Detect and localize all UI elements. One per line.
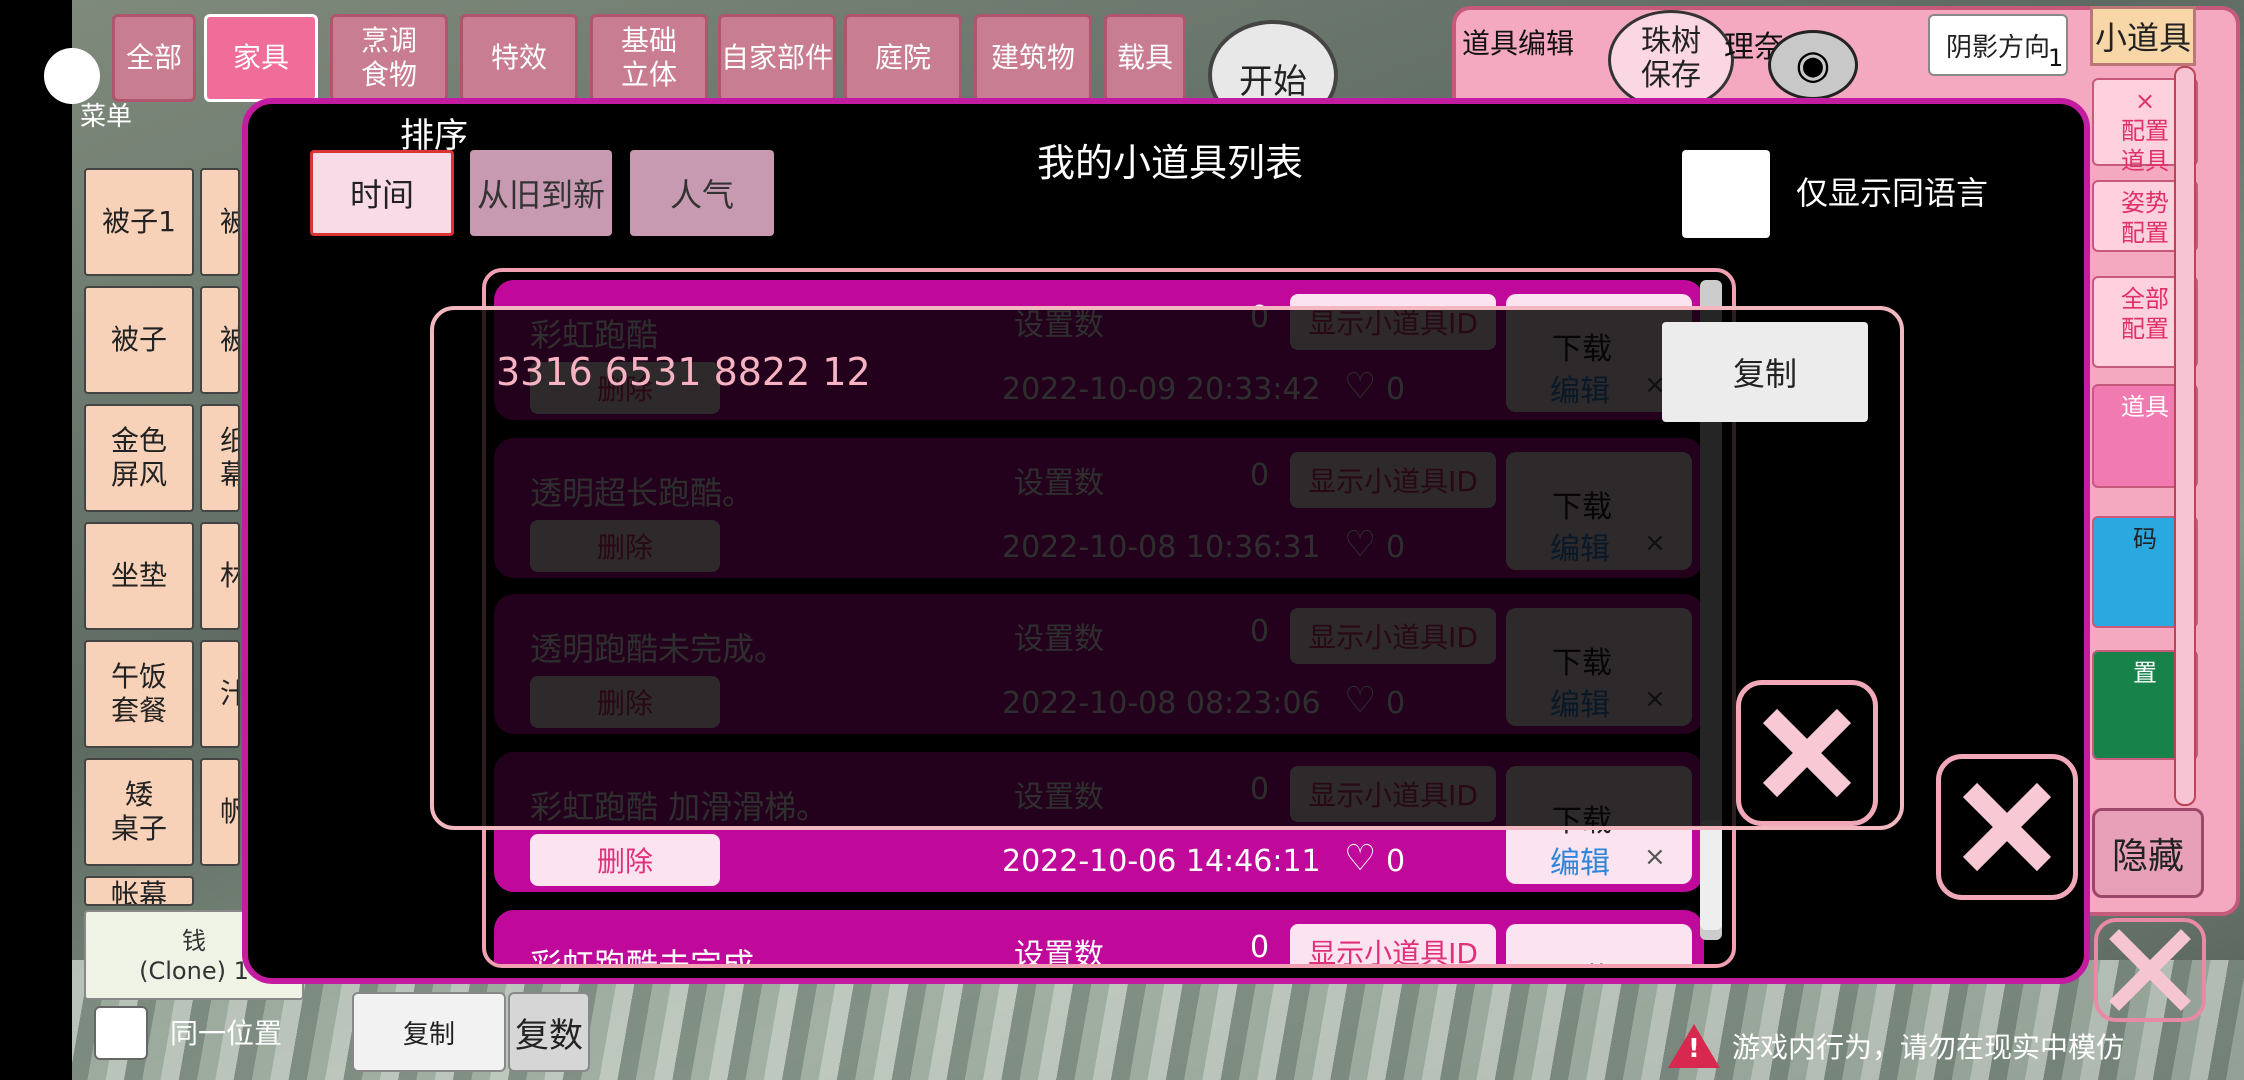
same-position-checkbox[interactable]: [94, 1006, 148, 1060]
category-tab-5[interactable]: 自家部件: [718, 14, 836, 102]
item-tile-2[interactable]: 金色 屏风: [84, 404, 194, 512]
set-count-value: 0: [1250, 930, 1270, 965]
item-tile-col2-4[interactable]: 汁: [200, 640, 240, 748]
prop-id-text: 3316 6531 8822 12: [496, 350, 871, 394]
delete-button[interactable]: 删除: [530, 834, 720, 886]
prop-edit-title: 道具编辑: [1462, 27, 1575, 60]
menu-label[interactable]: 菜单: [80, 96, 132, 133]
sort-by-popularity-button[interactable]: 人气: [630, 150, 774, 236]
download-button[interactable]: 下载: [1552, 954, 1612, 964]
dialog-close-button[interactable]: [1936, 754, 2078, 900]
like-count: 0: [1386, 844, 1406, 879]
edit-button[interactable]: 编辑: [1550, 838, 1610, 882]
item-tile-col2-3[interactable]: 林: [200, 522, 240, 630]
upload-date: 2022-10-06 14:46:11: [1002, 844, 1321, 879]
close-icon: [2109, 929, 2191, 1011]
remove-icon[interactable]: ×: [1644, 842, 1666, 872]
category-tab-4[interactable]: 基础 立体: [590, 14, 708, 102]
category-tab-3[interactable]: 特效: [460, 14, 578, 102]
item-tile-0[interactable]: 被子1: [84, 168, 194, 276]
prop-name: 彩虹跑酷未完成: [530, 946, 755, 968]
list-scrollbar-thumb[interactable]: [1700, 820, 1722, 930]
close-icon: [1762, 708, 1852, 798]
item-tile-1[interactable]: 被子: [84, 286, 194, 394]
close-icon: [1962, 782, 2052, 872]
copy-button-small[interactable]: 复制: [352, 992, 506, 1072]
same-language-checkbox[interactable]: [1682, 150, 1770, 238]
category-tab-1[interactable]: 家具: [204, 14, 318, 102]
category-tab-8[interactable]: 载具: [1104, 14, 1186, 102]
warning-text: 游戏内行为，请勿在现实中模仿: [1732, 1031, 2125, 1064]
corner-close-button[interactable]: [2094, 918, 2206, 1022]
camera-icon[interactable]: ◉: [1768, 30, 1858, 100]
item-tile-col2-0[interactable]: 被: [200, 168, 240, 276]
shadow-direction-value: 1: [2048, 44, 2064, 72]
shadow-direction-button[interactable]: 阴影方向: [1928, 14, 2068, 76]
category-tab-2[interactable]: 烹调 食物: [330, 14, 448, 102]
hide-button[interactable]: 隐藏: [2092, 808, 2204, 898]
warning-icon: !: [1668, 1024, 1720, 1068]
prop-row: 彩虹跑酷未完成设置数0显示小道具ID删除下载: [494, 910, 1704, 968]
category-tab-0[interactable]: 全部: [112, 14, 196, 102]
warning-banner: ! 游戏内行为，请勿在现实中模仿: [1668, 1024, 2124, 1068]
zhucun-save-button[interactable]: 珠树 保存: [1608, 10, 1734, 110]
item-tile-col2-2[interactable]: 纸 幕: [200, 404, 240, 512]
duplicate-button[interactable]: 复数: [508, 992, 590, 1072]
heart-icon[interactable]: ♡: [1344, 838, 1376, 879]
sort-old-to-new-button[interactable]: 从旧到新: [470, 150, 612, 236]
item-tile-col2-1[interactable]: 被: [200, 286, 240, 394]
item-tile-col2-5[interactable]: 帆: [200, 758, 240, 866]
same-position-label: 同一位置: [170, 1017, 283, 1050]
sort-by-time-button[interactable]: 时间: [310, 150, 454, 236]
show-id-button[interactable]: 显示小道具ID: [1290, 924, 1496, 964]
small-props-tab[interactable]: 小道具: [2090, 6, 2196, 66]
category-tab-6[interactable]: 庭院: [844, 14, 962, 102]
item-tile-3[interactable]: 坐垫: [84, 522, 194, 630]
set-count-label: 设置数: [1014, 938, 1104, 968]
dialog-title: 我的小道具列表: [1036, 141, 1303, 185]
item-tile-5[interactable]: 矮 桌子: [84, 758, 194, 866]
right-panel-scrollbar[interactable]: [2174, 66, 2196, 806]
item-tile-6[interactable]: 帐幕: [84, 876, 194, 906]
popup-close-button[interactable]: [1736, 680, 1878, 826]
screen-left-edge: [0, 0, 72, 1080]
same-language-label: 仅显示同语言: [1796, 174, 1989, 212]
copy-id-button[interactable]: 复制: [1662, 322, 1868, 422]
category-tab-7[interactable]: 建筑物: [974, 14, 1092, 102]
item-tile-4[interactable]: 午饭 套餐: [84, 640, 194, 748]
